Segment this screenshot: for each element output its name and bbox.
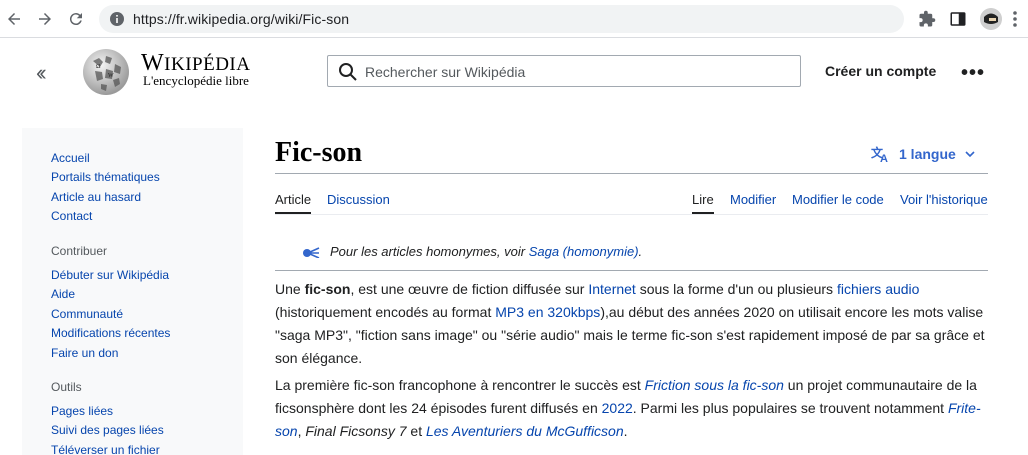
wikipedia-tagline: L'encyclopédie libre — [143, 73, 249, 88]
chevron-down-icon — [965, 151, 975, 158]
sidebar: Accueil Portails thématiques Article au … — [22, 128, 243, 455]
text: et — [406, 423, 426, 439]
url-text[interactable]: https://fr.wikipedia.org/wiki/Fic-son — [133, 11, 349, 27]
hatnote: Pour les articles homonymes, voir Saga (… — [302, 244, 642, 259]
sidebar-item-debuter[interactable]: Débuter sur Wikipédia — [51, 268, 169, 282]
wordmark-rest: IKIPÉDIA — [164, 54, 251, 75]
text: Une — [275, 281, 305, 297]
browser-menu-icon[interactable] — [1012, 10, 1018, 28]
link-friction[interactable]: Friction sous la fic-son — [645, 377, 784, 393]
disambiguation-icon — [303, 246, 320, 258]
sidebar-item-don[interactable]: Faire un don — [51, 346, 118, 360]
svg-text:W: W — [108, 73, 114, 79]
paragraph-intro: Une fic-son, est une œuvre de fiction di… — [275, 278, 990, 370]
extensions-puzzle-icon[interactable] — [917, 9, 937, 29]
text: La première fic-son francophone à rencon… — [275, 377, 645, 393]
link-internet[interactable]: Internet — [588, 281, 635, 297]
bold-term: fic-son — [304, 281, 351, 297]
svg-text:Ω: Ω — [96, 64, 101, 70]
hatnote-divider — [275, 270, 988, 271]
tabs-divider — [275, 214, 988, 215]
sidebar-heading-outils: Outils — [51, 380, 82, 394]
title-divider — [275, 173, 988, 174]
sidebar-item-modifications[interactable]: Modifications récentes — [51, 326, 170, 340]
paragraph-history: La première fic-son francophone à rencon… — [275, 374, 990, 443]
tab-article[interactable]: Article — [275, 192, 312, 214]
search-input[interactable]: Rechercher sur Wikipédia — [327, 55, 801, 87]
site-info-icon[interactable] — [109, 11, 125, 27]
wikipedia-header: ‹‹ Ω W W IKIPÉDIA L'encyclopédie libre Re… — [0, 38, 1028, 108]
link-aventuriers[interactable]: Les Aventuriers du McGufficson — [426, 423, 624, 439]
link-aventuriers-text: Les Aventuriers du McGufficson — [425, 423, 624, 439]
link-fichiers-audio[interactable]: fichiers audio — [837, 281, 920, 297]
collapse-sidebar-icon[interactable]: ‹‹ — [36, 60, 46, 86]
sidebar-item-portails[interactable]: Portails thématiques — [51, 170, 160, 184]
wikipedia-globe-logo[interactable]: Ω W — [81, 47, 131, 97]
sidebar-heading-contribuer: Contribuer — [51, 244, 108, 258]
address-bar[interactable]: https://fr.wikipedia.org/wiki/Fic-son — [99, 5, 904, 33]
sidebar-item-aide[interactable]: Aide — [51, 287, 75, 301]
text: sous la forme d'un ou plusieurs — [635, 281, 837, 297]
language-button[interactable]: 文 A 1 langue — [871, 145, 976, 163]
reload-icon[interactable] — [66, 9, 86, 29]
back-arrow-icon[interactable] — [4, 9, 24, 29]
tab-lire[interactable]: Lire — [692, 192, 714, 214]
italic-title: Final Ficsonsy 7 — [305, 423, 407, 439]
sidebar-item-contact[interactable]: Contact — [51, 209, 92, 223]
hatnote-link[interactable]: Saga (homonymie) — [529, 244, 639, 259]
page-title: Fic-son — [275, 137, 363, 168]
search-placeholder: Rechercher sur Wikipédia — [365, 64, 526, 80]
more-options-icon[interactable]: ••• — [961, 62, 985, 85]
sidebar-item-televerser[interactable]: Téléverser un fichier — [51, 443, 160, 455]
tab-discussion[interactable]: Discussion — [327, 192, 390, 207]
language-count: 1 langue — [899, 146, 956, 162]
hatnote-suffix: . — [638, 244, 643, 259]
translate-icon: 文 A — [871, 145, 888, 163]
link-mp3[interactable]: MP3 en 320kbps — [495, 304, 600, 320]
sidebar-item-accueil[interactable]: Accueil — [51, 151, 90, 165]
link-2022[interactable]: 2022 — [602, 400, 633, 416]
sidebar-item-pages-liees[interactable]: Pages liées — [51, 404, 113, 418]
side-panel-icon[interactable] — [948, 9, 968, 29]
text: . — [623, 423, 628, 439]
tab-historique[interactable]: Voir l'historique — [900, 192, 988, 207]
search-icon — [339, 63, 357, 81]
tab-modifier[interactable]: Modifier — [730, 192, 776, 207]
browser-toolbar: https://fr.wikipedia.org/wiki/Fic-son — [0, 0, 1028, 38]
text: (historiquement encodés au format — [275, 304, 496, 320]
create-account-link[interactable]: Créer un compte — [825, 63, 936, 79]
hatnote-prefix: Pour les articles homonymes, voir — [330, 244, 526, 259]
forward-arrow-icon[interactable] — [35, 9, 55, 29]
sidebar-item-suivi[interactable]: Suivi des pages liées — [51, 423, 164, 437]
text: . Parmi les plus populaires se trouvent … — [632, 400, 948, 416]
profile-avatar[interactable] — [980, 8, 1002, 30]
sidebar-item-article-hasard[interactable]: Article au hasard — [51, 190, 141, 204]
text: , est une œuvre de fiction diffusée sur — [350, 281, 589, 297]
sidebar-item-communaute[interactable]: Communauté — [51, 307, 123, 321]
tab-modifier-code[interactable]: Modifier le code — [792, 192, 884, 207]
svg-text:A: A — [880, 153, 888, 163]
link-friction-text: Friction sous la fic-son — [644, 377, 784, 393]
